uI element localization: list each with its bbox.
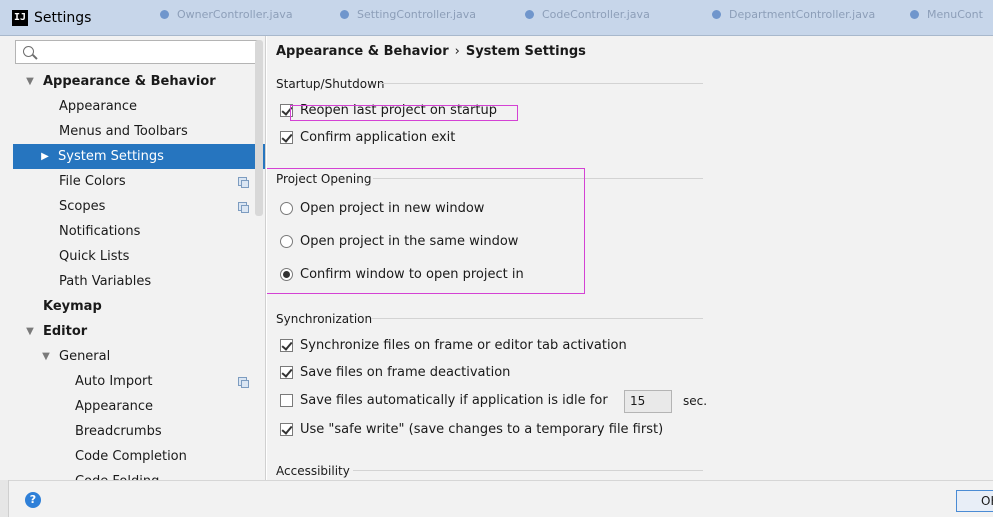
sidebar-item-quick-lists[interactable]: Quick Lists <box>13 244 265 269</box>
sidebar-item-auto-import[interactable]: Auto Import <box>13 369 265 394</box>
settings-sidebar: ▼ Appearance & Behavior Appearance Menus… <box>0 36 266 480</box>
search-box[interactable] <box>15 40 259 64</box>
sidebar-item-menus-toolbars[interactable]: Menus and Toolbars <box>13 119 265 144</box>
search-icon <box>23 46 34 57</box>
sidebar-item-appearance-behavior[interactable]: ▼ Appearance & Behavior <box>13 69 265 94</box>
background-tab: OwnerController.java <box>160 8 310 26</box>
checkbox-checked[interactable] <box>280 131 293 144</box>
chevron-right-icon[interactable]: ▶ <box>39 144 51 169</box>
sidebar-item-editor[interactable]: ▼ Editor <box>13 319 265 344</box>
sidebar-item-keymap[interactable]: Keymap <box>13 294 265 319</box>
sidebar-scrollbar[interactable] <box>255 40 263 216</box>
sidebar-item-system-settings[interactable]: ▶ System Settings <box>13 144 265 169</box>
sidebar-item-code-completion[interactable]: Code Completion <box>13 444 265 469</box>
save-on-deactivation-checkbox[interactable]: Save files on frame deactivation <box>280 363 510 383</box>
section-title-accessibility: Accessibility <box>276 464 350 478</box>
breadcrumb-parent: Appearance & Behavior <box>276 44 449 59</box>
sidebar-item-general[interactable]: ▼ General <box>13 344 265 369</box>
section-divider <box>371 318 703 319</box>
sync-files-checkbox[interactable]: Synchronize files on frame or editor tab… <box>280 336 627 356</box>
section-title-startup: Startup/Shutdown <box>276 77 385 91</box>
safe-write-checkbox[interactable]: Use "safe write" (save changes to a temp… <box>280 420 663 440</box>
search-input[interactable] <box>40 43 254 61</box>
title-bar: IJ Settings OwnerController.java Setting… <box>0 0 993 36</box>
chevron-down-icon[interactable]: ▼ <box>24 69 36 94</box>
idle-seconds-unit: sec. <box>683 394 708 408</box>
highlight-annotation <box>267 168 585 294</box>
highlight-annotation <box>290 105 518 121</box>
copy-icon <box>238 377 249 388</box>
window-title: Settings <box>34 10 92 26</box>
section-divider <box>380 83 703 84</box>
checkbox-checked[interactable] <box>280 366 293 379</box>
copy-icon <box>238 202 249 213</box>
sidebar-item-breadcrumbs[interactable]: Breadcrumbs <box>13 419 265 444</box>
ok-button[interactable]: OK <box>956 490 993 512</box>
section-title-synchronization: Synchronization <box>276 312 373 326</box>
sidebar-item-notifications[interactable]: Notifications <box>13 219 265 244</box>
background-tab: CodeController.java <box>525 8 675 26</box>
settings-content: Appearance & Behavior › System Settings St… <box>267 36 993 480</box>
breadcrumb: Appearance & Behavior › System Settings <box>276 44 586 59</box>
section-divider <box>353 470 703 471</box>
background-tab: SettingController.java <box>340 8 510 26</box>
save-when-idle-checkbox[interactable]: Save files automatically if application … <box>280 391 608 411</box>
chevron-down-icon[interactable]: ▼ <box>40 344 52 369</box>
chevron-down-icon[interactable]: ▼ <box>24 319 36 344</box>
sidebar-item-file-colors[interactable]: File Colors <box>13 169 265 194</box>
sidebar-item-editor-appearance[interactable]: Appearance <box>13 394 265 419</box>
dialog-footer: ? OK <box>9 480 993 517</box>
background-tab: MenuCont <box>910 8 993 26</box>
help-icon[interactable]: ? <box>25 492 41 508</box>
checkbox-unchecked[interactable] <box>280 394 293 407</box>
sidebar-item-code-folding[interactable]: Code Folding <box>13 469 265 480</box>
checkbox-checked[interactable] <box>280 423 293 436</box>
intellij-icon: IJ <box>12 10 28 26</box>
checkbox-checked[interactable] <box>280 339 293 352</box>
sidebar-item-scopes[interactable]: Scopes <box>13 194 265 219</box>
confirm-exit-checkbox[interactable]: Confirm application exit <box>280 128 455 148</box>
copy-icon <box>238 177 249 188</box>
sidebar-item-appearance[interactable]: Appearance <box>13 94 265 119</box>
idle-seconds-input[interactable]: 15 <box>624 390 672 413</box>
breadcrumb-current: System Settings <box>465 44 586 59</box>
breadcrumb-separator: › <box>454 44 460 59</box>
sidebar-item-path-variables[interactable]: Path Variables <box>13 269 265 294</box>
background-tab: DepartmentController.java <box>712 8 882 26</box>
